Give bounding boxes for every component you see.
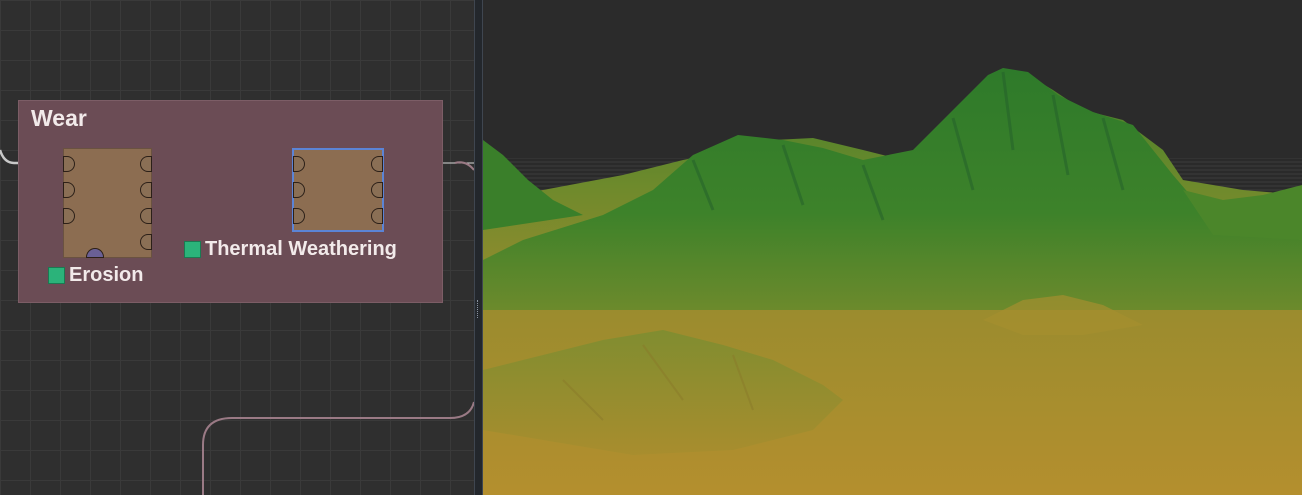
output-port[interactable] [371, 182, 383, 198]
output-port[interactable] [371, 208, 383, 224]
output-port[interactable] [140, 234, 152, 250]
output-port[interactable] [140, 208, 152, 224]
thermal-label-text: Thermal Weathering [205, 238, 397, 260]
input-port[interactable] [63, 182, 75, 198]
output-port[interactable] [140, 156, 152, 172]
enable-toggle-thermal[interactable] [184, 241, 201, 258]
output-port[interactable] [140, 182, 152, 198]
output-port[interactable] [371, 156, 383, 172]
erosion-label-text: Erosion [69, 264, 144, 286]
wire-lower-curve [202, 401, 474, 495]
thermal-weathering-node[interactable] [292, 148, 384, 232]
splitter-grip-icon[interactable] [477, 300, 481, 318]
input-port[interactable] [293, 156, 305, 172]
erosion-node[interactable] [63, 148, 152, 258]
node-graph-panel[interactable]: Wear Erosion Thermal Weathering [0, 0, 474, 495]
mask-port[interactable] [86, 248, 104, 258]
input-port[interactable] [63, 156, 75, 172]
input-port[interactable] [293, 182, 305, 198]
input-port[interactable] [293, 208, 305, 224]
input-port[interactable] [63, 208, 75, 224]
thermal-weathering-node-label: Thermal Weathering [184, 238, 397, 261]
terrain-3d-viewport[interactable] [483, 0, 1302, 495]
terrain-render[interactable] [483, 0, 1302, 495]
panel-splitter[interactable] [474, 0, 483, 495]
enable-toggle-erosion[interactable] [48, 267, 65, 284]
erosion-node-label: Erosion [48, 264, 143, 287]
group-title: Wear [31, 105, 87, 131]
